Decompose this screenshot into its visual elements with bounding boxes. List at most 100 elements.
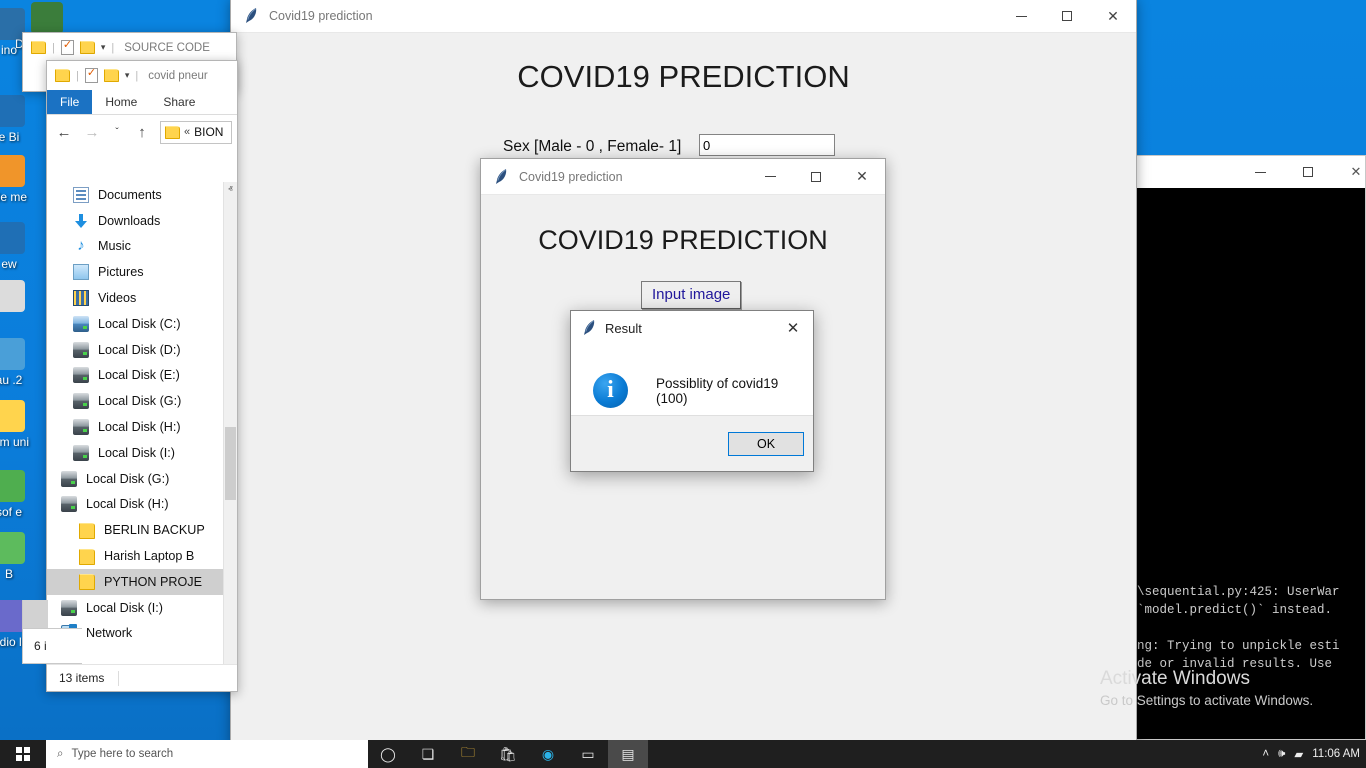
tree-item[interactable]: Pictures: [47, 259, 237, 285]
tree-item[interactable]: Downloads: [47, 208, 237, 234]
tree-item-label: PYTHON PROJE: [104, 575, 202, 589]
scroll-up-button[interactable]: ⱏ: [224, 182, 237, 197]
explorer-navigation-bar: ← → ˇ ↑ « BION: [47, 115, 237, 149]
desktop-icon[interactable]: gle me: [0, 155, 46, 204]
desktop-icon[interactable]: [0, 280, 46, 315]
scroll-down-button[interactable]: ⱟ: [224, 649, 237, 664]
tkinter-feather-icon: [243, 7, 259, 25]
tree-item-label: Harish Laptop B: [104, 549, 194, 563]
address-bar[interactable]: « BION: [160, 121, 232, 144]
console-minimize-button[interactable]: [1237, 156, 1283, 188]
desktop-icon[interactable]: B: [0, 532, 46, 581]
recent-locations-button[interactable]: ˇ: [108, 120, 126, 144]
ribbon-tab-share[interactable]: Share: [150, 90, 208, 114]
ribbon-tab-file[interactable]: File: [47, 90, 92, 114]
main-close-button[interactable]: ✕: [1090, 0, 1136, 32]
python-console-window[interactable]: ✕ \sequential.py:425: UserWar `model.pred…: [1136, 155, 1366, 740]
tree-item[interactable]: Local Disk (G:): [47, 388, 237, 414]
tree-item-label: Documents: [98, 188, 162, 202]
properties-icon[interactable]: [85, 68, 98, 83]
volume-icon[interactable]: 🕪: [1278, 748, 1285, 761]
search-placeholder: Type here to search: [71, 748, 173, 760]
toolbar-separator: |: [135, 70, 138, 82]
desktop-icon-glyph: [0, 95, 25, 127]
navigation-scrollbar[interactable]: ⱏ ⱟ: [223, 182, 237, 664]
desktop-icon-glyph: [0, 532, 25, 564]
tray-chevron-icon[interactable]: ˄: [1262, 748, 1269, 760]
start-button[interactable]: [0, 740, 46, 768]
child-minimize-button[interactable]: [747, 159, 793, 194]
desktop-icon[interactable]: arm uni: [0, 400, 46, 449]
network-icon[interactable]: ▰: [1294, 747, 1303, 761]
explorer-window-front[interactable]: | ▾ | covid pneur FileHomeShare ← → ˇ ↑ …: [46, 60, 238, 692]
main-maximize-button[interactable]: [1044, 0, 1090, 32]
desktop-icon[interactable]: ew: [0, 222, 46, 271]
pictures-icon: [73, 264, 89, 280]
breadcrumb-overflow-icon[interactable]: «: [184, 126, 190, 138]
main-minimize-button[interactable]: [998, 0, 1044, 32]
folder-icon: [55, 69, 70, 82]
up-button[interactable]: ↑: [130, 120, 154, 144]
cortana-icon[interactable]: ◯: [368, 740, 408, 768]
tree-item[interactable]: BERLIN BACKUP: [47, 517, 237, 543]
new-folder-icon[interactable]: [80, 41, 95, 54]
terminal-icon[interactable]: ▭: [568, 740, 608, 768]
system-tray[interactable]: ˄ 🕪 ▰ 11:06 AM: [1262, 740, 1366, 768]
drive-windows-icon: [73, 316, 89, 332]
tree-item[interactable]: Harish Laptop B: [47, 543, 237, 569]
scrollbar-thumb[interactable]: [225, 427, 236, 500]
tree-item[interactable]: Local Disk (C:): [47, 311, 237, 337]
new-folder-icon[interactable]: [104, 69, 119, 82]
tree-item[interactable]: Documents: [47, 182, 237, 208]
chevron-down-icon[interactable]: ▾: [125, 70, 130, 81]
console-maximize-button[interactable]: [1285, 156, 1331, 188]
tree-item[interactable]: Local Disk (E:): [47, 363, 237, 389]
file-explorer-icon[interactable]: 🗀: [448, 740, 488, 768]
task-view-icon[interactable]: ❏: [408, 740, 448, 768]
tree-item[interactable]: Videos: [47, 285, 237, 311]
tree-item[interactable]: Local Disk (H:): [47, 492, 237, 518]
tree-item[interactable]: Local Disk (I:): [47, 440, 237, 466]
tree-item[interactable]: PYTHON PROJE: [47, 569, 237, 595]
child-maximize-button[interactable]: [793, 159, 839, 194]
desktop-icon-label: ew: [0, 257, 46, 271]
input-image-button[interactable]: Input image: [641, 281, 741, 309]
desktop-icon[interactable]: e Bi: [0, 95, 46, 144]
tree-item[interactable]: Local Disk (G:): [47, 466, 237, 492]
console-close-button[interactable]: ✕: [1333, 156, 1366, 188]
desktop-icon-label: B: [0, 567, 46, 581]
desktop-icon-label: e Bi: [0, 130, 46, 144]
taskbar[interactable]: ⌕ Type here to search ◯ ❏ 🗀 🛍 ◉ ▭ ▤ ˄ 🕪 …: [0, 740, 1366, 768]
desktop-icon-glyph: [31, 2, 63, 34]
forward-button[interactable]: →: [80, 120, 104, 144]
desktop-icon-glyph: [0, 470, 25, 502]
chevron-down-icon[interactable]: ▾: [101, 42, 106, 53]
result-close-button[interactable]: ✕: [773, 311, 813, 345]
desktop-icon-glyph: [0, 222, 25, 254]
sex-input[interactable]: [699, 134, 835, 156]
desktop-icon[interactable]: au .2: [0, 338, 46, 387]
main-window-titlebar: Covid19 prediction ✕: [231, 0, 1136, 33]
tree-item[interactable]: Local Disk (H:): [47, 414, 237, 440]
taskbar-search-box[interactable]: ⌕ Type here to search: [46, 740, 368, 768]
tree-item-label: Local Disk (I:): [86, 601, 163, 615]
tree-item[interactable]: ♪ Music: [47, 234, 237, 260]
edge-icon[interactable]: ◉: [528, 740, 568, 768]
back-button[interactable]: ←: [52, 120, 76, 144]
tree-item-label: Local Disk (I:): [98, 446, 175, 460]
drive-icon: [73, 342, 89, 358]
tree-item[interactable]: Local Disk (I:): [47, 595, 237, 621]
folder-icon: [165, 126, 180, 139]
properties-icon[interactable]: [61, 40, 74, 55]
ok-button[interactable]: OK: [728, 432, 804, 456]
navigation-pane[interactable]: Documents Downloads ♪ Music Pictures Videos Lo…: [47, 182, 237, 664]
ribbon-tab-home[interactable]: Home: [92, 90, 150, 114]
folder-icon: [79, 574, 95, 590]
desktop-icon[interactable]: sof e: [0, 470, 46, 519]
clock[interactable]: 11:06 AM: [1312, 748, 1360, 760]
app-icon[interactable]: ▤: [608, 740, 648, 768]
child-close-button[interactable]: ✕: [839, 159, 885, 194]
result-dialog[interactable]: Result ✕ i Possiblity of covid19 (100) O…: [570, 310, 814, 472]
tree-item[interactable]: Local Disk (D:): [47, 337, 237, 363]
store-icon[interactable]: 🛍: [488, 740, 528, 768]
